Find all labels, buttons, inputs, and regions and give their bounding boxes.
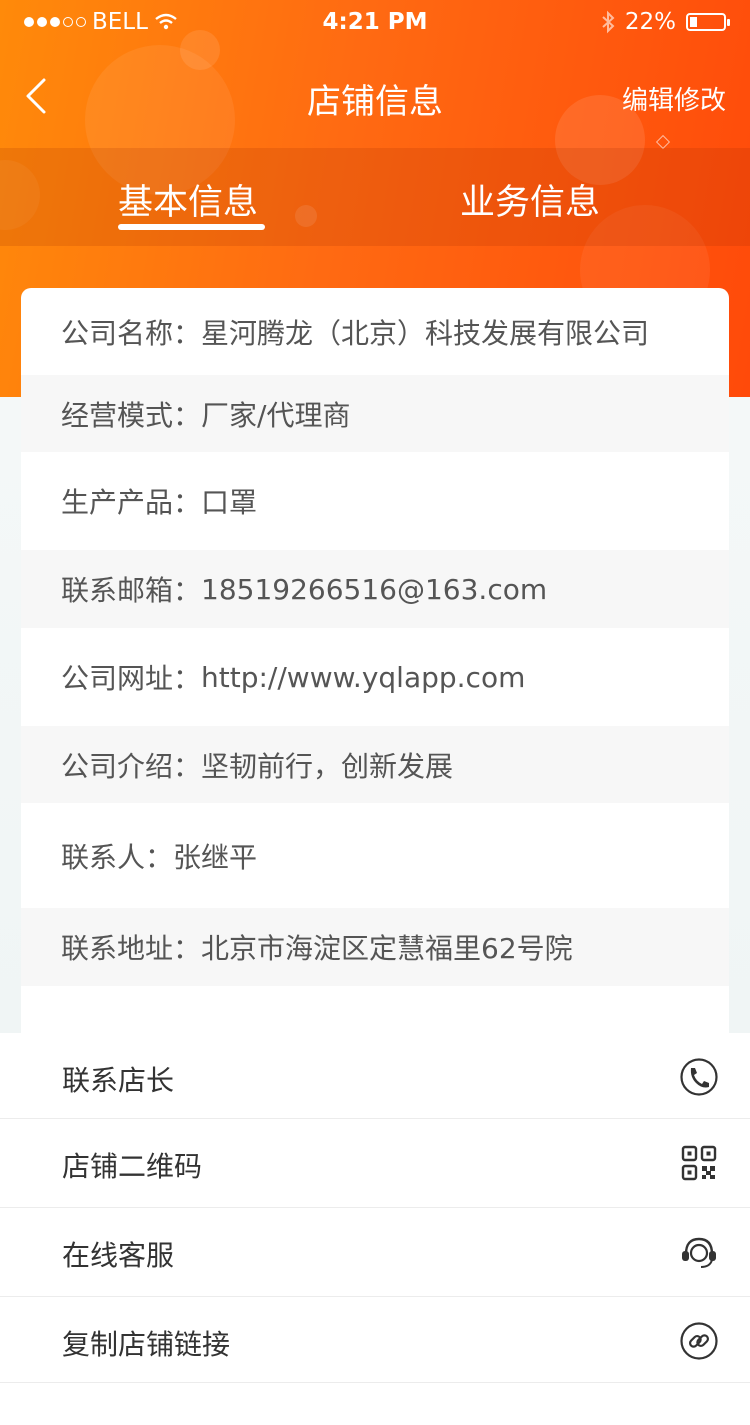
menu-item-qr-code[interactable]: 店铺二维码: [0, 1119, 750, 1208]
menu-item-label: 联系店长: [62, 1064, 175, 1097]
info-value: 张继平: [173, 840, 258, 874]
phone-icon: [680, 1058, 718, 1096]
info-label: 联系人：: [61, 840, 174, 874]
battery-percent: 22%: [624, 9, 676, 35]
info-value: 北京市海淀区定慧福里62号院: [201, 932, 573, 965]
edit-button[interactable]: 编辑修改: [622, 80, 726, 117]
info-row-address: 联系地址： 北京市海淀区定慧福里62号院: [21, 908, 729, 986]
active-tab-indicator: [118, 224, 265, 230]
info-label: 公司介绍：: [61, 749, 202, 783]
decor-diamond: [655, 134, 671, 150]
info-row-contact-person: 联系人： 张继平: [21, 803, 729, 908]
menu-item-label: 复制店铺链接: [62, 1328, 231, 1361]
info-value: 星河腾龙（北京）科技发展有限公司: [201, 316, 650, 350]
menu-item-label: 店铺二维码: [62, 1150, 203, 1183]
menu-item-online-service[interactable]: 在线客服: [0, 1208, 750, 1297]
info-row-website: 公司网址： http://www.yqlapp.com: [21, 628, 729, 726]
info-card: 公司名称： 星河腾龙（北京）科技发展有限公司 经营模式： 厂家/代理商 生产产品：口…: [21, 288, 729, 1033]
info-value: 坚韧前行，创新发展: [201, 749, 454, 783]
tab-basic-info[interactable]: 基本信息: [118, 174, 258, 225]
navigation-bar: 店铺信息 编辑修改: [0, 60, 750, 132]
info-value: 厂家/代理商: [201, 398, 351, 432]
info-row-company-name: 公司名称： 星河腾龙（北京）科技发展有限公司: [21, 288, 729, 375]
status-right: 22%: [601, 9, 730, 35]
tab-business-info[interactable]: 业务信息: [460, 174, 600, 225]
qr-code-icon: [681, 1145, 717, 1181]
info-row-business-mode: 经营模式： 厂家/代理商: [21, 375, 729, 452]
info-label: 公司网址：: [61, 662, 202, 695]
menu-item-copy-link[interactable]: 复制店铺链接: [0, 1297, 750, 1383]
menu-item-contact-owner[interactable]: 联系店长: [0, 1033, 750, 1119]
info-label: 经营模式：: [61, 398, 202, 432]
action-menu: 联系店长 店铺二维码 在线客服 复制店铺链接: [0, 1033, 750, 1425]
headset-icon: [682, 1237, 716, 1268]
bluetooth-icon: [602, 10, 615, 34]
info-value: 18519266516@163.com: [201, 572, 548, 606]
status-bar: BELL 4:21 PM 22%: [0, 0, 750, 44]
info-value: http://www.yqlapp.com: [201, 660, 526, 694]
info-value: 口罩: [201, 486, 258, 519]
info-label: 公司名称：: [61, 316, 202, 350]
info-label: 生产产品：: [61, 486, 202, 519]
tab-bar: 基本信息 业务信息: [0, 148, 750, 246]
battery-level: [690, 17, 697, 27]
info-label: 联系地址：: [61, 932, 202, 965]
battery-icon: [686, 13, 730, 31]
link-icon: [680, 1322, 718, 1360]
info-row-introduction: 公司介绍： 坚韧前行，创新发展: [21, 726, 729, 803]
menu-item-label: 在线客服: [62, 1239, 175, 1272]
info-label: 联系邮箱：: [61, 574, 202, 607]
info-row-email: 联系邮箱： 18519266516@163.com: [21, 550, 729, 628]
info-row-products: 生产产品： 口罩: [21, 452, 729, 550]
